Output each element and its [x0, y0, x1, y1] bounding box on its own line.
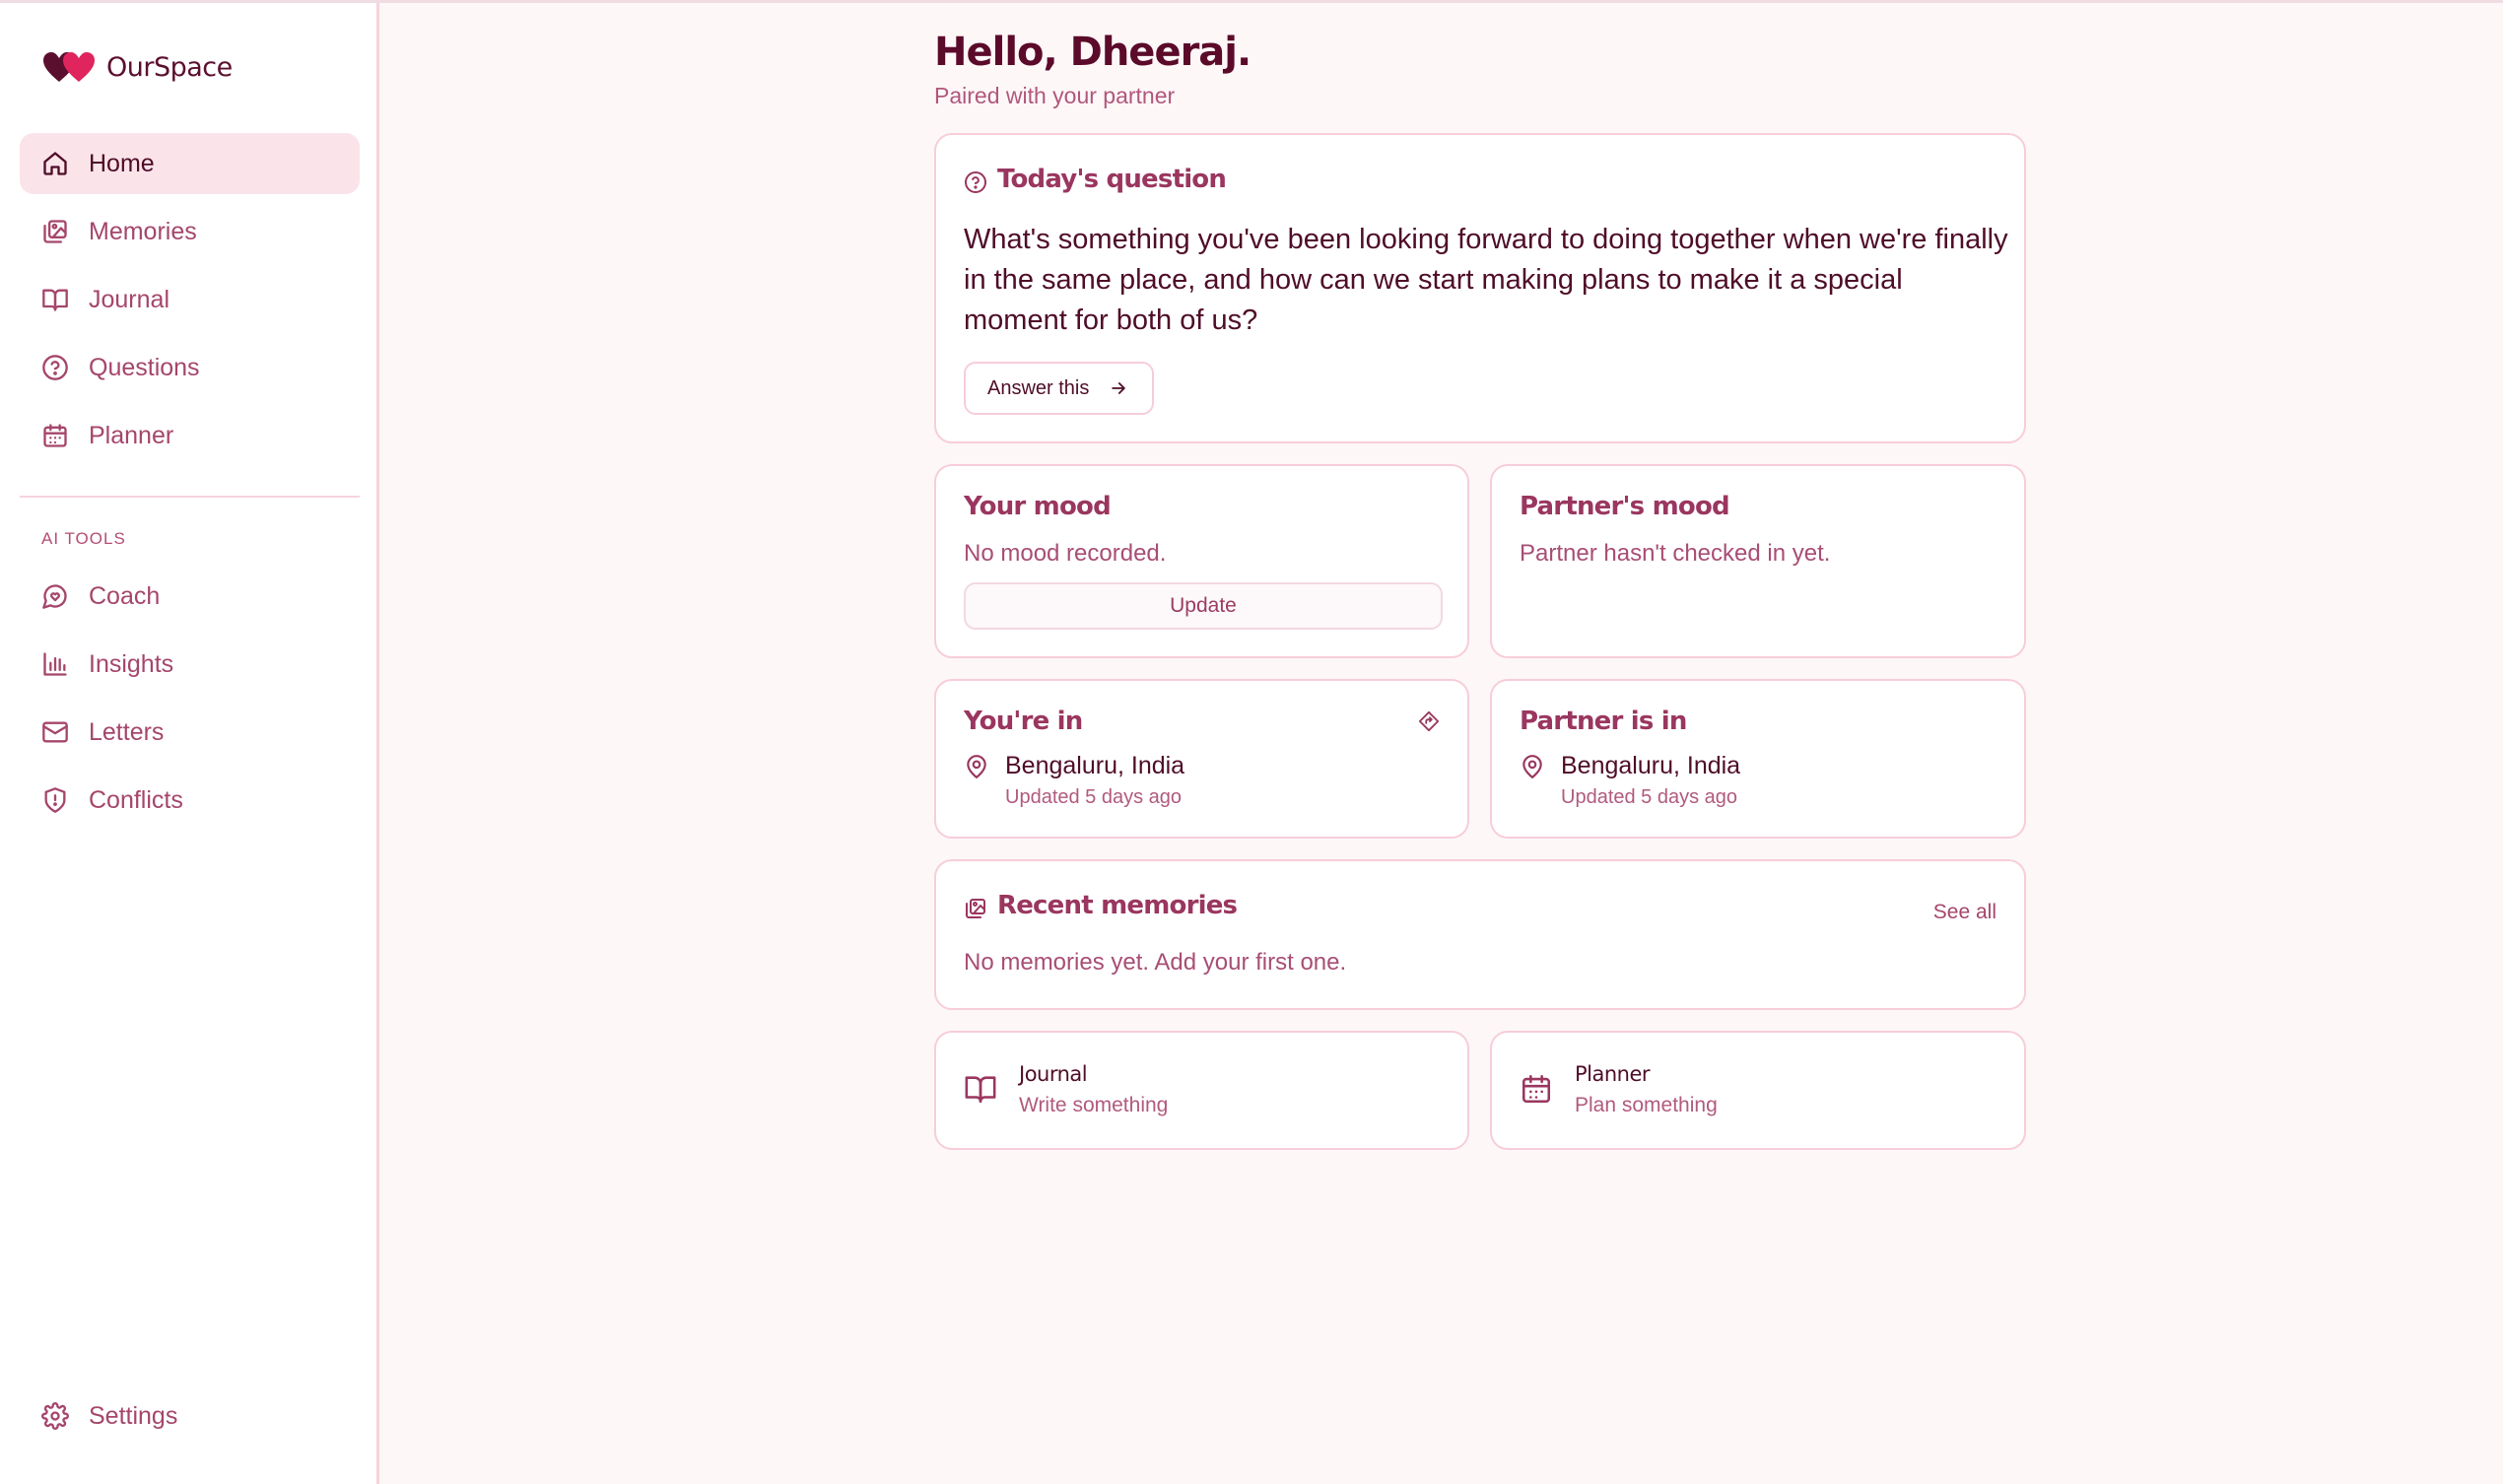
sidebar-item-label: Letters: [89, 717, 165, 746]
page-title: Hello, Dheeraj.: [934, 30, 1252, 75]
question-icon: [965, 171, 986, 193]
book-icon: [41, 286, 69, 313]
page-subtitle: Paired with your partner: [934, 83, 1176, 108]
partner-location-title: Partner is in: [1520, 707, 1687, 736]
brand-logo[interactable]: OurSpace: [41, 50, 233, 84]
planner-quick-link[interactable]: Planner Plan something: [1490, 1031, 2026, 1150]
answer-this-button[interactable]: Answer this: [964, 362, 1154, 415]
your-location-row: Bengaluru, India Updated 5 days ago: [964, 752, 1184, 809]
recent-memories-title: Recent memories: [997, 891, 1238, 920]
your-location-card: You're in Bengaluru, India Updated 5 day…: [934, 679, 1469, 839]
ai-tools-heading: AI TOOLS: [41, 529, 126, 548]
sidebar-item-label: Questions: [89, 353, 200, 381]
sidebar-item-letters[interactable]: Letters: [20, 702, 360, 763]
journal-link-title: Journal: [1019, 1062, 1088, 1086]
your-mood-title: Your mood: [964, 492, 1112, 521]
planner-link-subtitle: Plan something: [1575, 1094, 1718, 1116]
shield-icon: [41, 786, 69, 814]
partner-mood-title: Partner's mood: [1520, 492, 1730, 521]
answer-button-label: Answer this: [987, 376, 1090, 399]
partner-location-row: Bengaluru, India Updated 5 days ago: [1520, 752, 1740, 809]
question-icon: [41, 354, 69, 381]
sidebar-item-label: Insights: [89, 649, 174, 678]
recent-memories-card: Recent memories See all No memories yet.…: [934, 859, 2026, 1010]
your-location-updated: Updated 5 days ago: [1005, 786, 1183, 808]
mail-icon: [41, 718, 69, 746]
sidebar-item-settings[interactable]: Settings: [20, 1385, 360, 1447]
sidebar-item-questions[interactable]: Questions: [20, 337, 360, 398]
partner-location-card: Partner is in Bengaluru, India Updated 5…: [1490, 679, 2026, 839]
your-mood-status: No mood recorded.: [964, 540, 1167, 567]
sidebar-item-label: Journal: [89, 285, 169, 313]
sidebar-item-label: Planner: [89, 421, 174, 449]
planner-link-title: Planner: [1575, 1062, 1651, 1086]
question-text: What's something you've been looking for…: [964, 224, 2008, 336]
memories-empty-text: No memories yet. Add your first one.: [964, 949, 1347, 976]
see-all-link[interactable]: See all: [1933, 901, 1996, 924]
sidebar-item-label: Home: [89, 149, 155, 177]
todays-question-card: Today's question What's something you've…: [934, 133, 2026, 443]
sidebar-divider: [20, 496, 360, 498]
sidebar-item-home[interactable]: Home: [20, 133, 360, 194]
partner-mood-card: Partner's mood Partner hasn't checked in…: [1490, 464, 2026, 658]
your-location-city: Bengaluru, India: [1005, 752, 1185, 779]
partner-location-updated: Updated 5 days ago: [1561, 786, 1738, 808]
sidebar-item-conflicts[interactable]: Conflicts: [20, 770, 360, 831]
sidebar-item-memories[interactable]: Memories: [20, 201, 360, 262]
bar-chart-icon: [41, 650, 69, 678]
calendar-icon: [41, 422, 69, 449]
map-pin-icon: [967, 755, 986, 778]
sidebar-item-label: Memories: [89, 217, 197, 245]
brand-name: OurSpace: [106, 51, 233, 83]
journal-link-subtitle: Write something: [1019, 1094, 1169, 1116]
journal-quick-link[interactable]: Journal Write something: [934, 1031, 1469, 1150]
your-mood-card: Your mood No mood recorded. Update: [934, 464, 1469, 658]
navigation-icon[interactable]: [1418, 710, 1440, 732]
update-mood-button[interactable]: Update: [964, 582, 1443, 630]
book-icon: [965, 1076, 996, 1104]
your-location-title: You're in: [964, 707, 1083, 736]
partner-location-city: Bengaluru, India: [1561, 752, 1741, 779]
sidebar-item-label: Coach: [89, 581, 161, 610]
sidebar: OurSpace Home Memories Journal Questions…: [0, 3, 379, 1484]
sidebar-item-coach[interactable]: Coach: [20, 566, 360, 627]
sidebar-item-label: Conflicts: [89, 785, 183, 814]
sidebar-item-journal[interactable]: Journal: [20, 269, 360, 330]
question-card-title: Today's question: [997, 165, 1227, 194]
map-pin-icon: [1522, 755, 1542, 778]
calendar-icon: [1522, 1074, 1551, 1104]
sidebar-item-label: Settings: [89, 1401, 178, 1430]
gallery-icon: [966, 899, 985, 918]
gear-icon: [41, 1402, 69, 1430]
home-icon: [41, 150, 69, 177]
chat-icon: [41, 582, 69, 610]
partner-mood-status: Partner hasn't checked in yet.: [1520, 540, 1831, 567]
hearts-logo-icon: [43, 52, 95, 82]
gallery-icon: [41, 218, 69, 245]
arrow-right-icon: [1112, 382, 1126, 394]
sidebar-item-insights[interactable]: Insights: [20, 634, 360, 695]
sidebar-item-planner[interactable]: Planner: [20, 405, 360, 466]
